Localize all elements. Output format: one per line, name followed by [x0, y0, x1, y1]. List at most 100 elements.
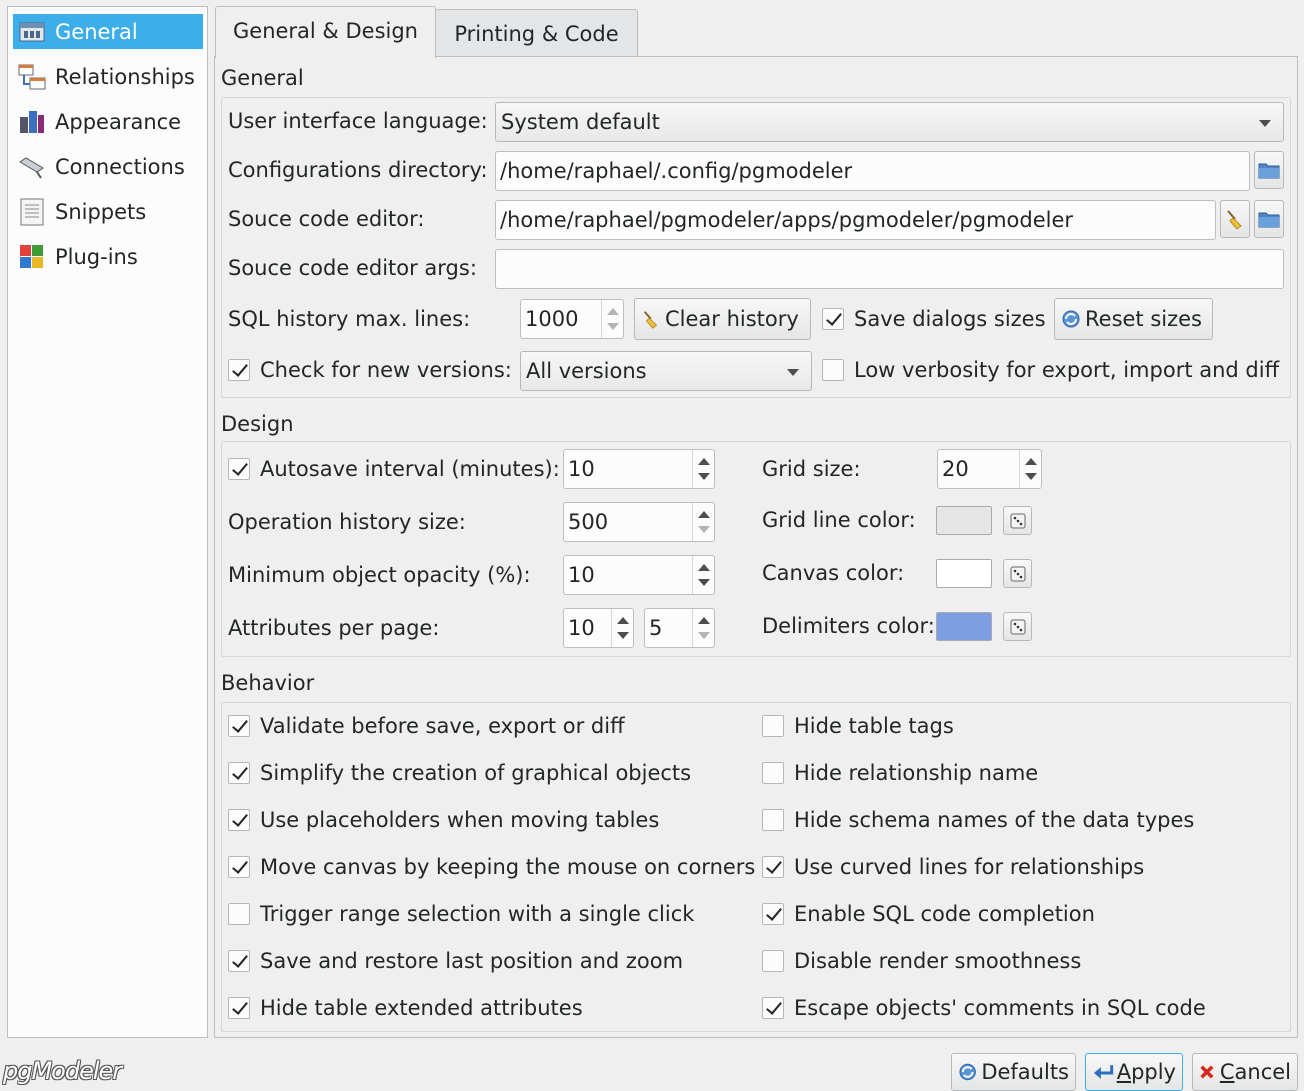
random-delim-color-button[interactable] — [1003, 612, 1032, 641]
checkbox-box[interactable] — [762, 809, 784, 831]
spin-buttons[interactable] — [692, 503, 714, 541]
checkbox-box[interactable] — [228, 762, 250, 784]
checkbox-box[interactable] — [228, 950, 250, 972]
spin-up-icon[interactable] — [1025, 458, 1037, 465]
save-dialogs-checkbox[interactable]: Save dialogs sizes — [822, 307, 1046, 331]
behavior-checkbox[interactable]: Hide relationship name — [762, 761, 1038, 785]
reset-sizes-button[interactable]: Reset sizes — [1054, 298, 1213, 340]
behavior-checkbox[interactable]: Use placeholders when moving tables — [228, 808, 659, 832]
sidebar-item-relationships[interactable]: Relationships — [13, 59, 203, 94]
spin-down-icon[interactable] — [698, 473, 710, 480]
checkbox-box[interactable] — [762, 715, 784, 737]
opacity-spinbox[interactable]: 10 — [563, 555, 715, 595]
spin-up-icon[interactable] — [698, 617, 710, 624]
clear-history-button[interactable]: Clear history — [634, 298, 811, 340]
sidebar-item-connections[interactable]: Connections — [13, 149, 203, 184]
attrs-spinbox-1[interactable]: 10 — [563, 608, 634, 648]
checkbox-box[interactable] — [762, 903, 784, 925]
grid-size-spinbox[interactable]: 20 — [937, 449, 1042, 489]
checkbox-box[interactable] — [228, 809, 250, 831]
random-grid-color-button[interactable] — [1003, 506, 1032, 535]
autosave-spinbox[interactable]: 10 — [563, 449, 715, 489]
canvas-color-swatch[interactable] — [936, 559, 992, 588]
delim-color-label: Delimiters color: — [762, 614, 935, 638]
config-dir-input[interactable]: /home/raphael/.config/pgmodeler — [495, 151, 1250, 191]
autosave-checkbox[interactable]: Autosave interval (minutes): — [228, 457, 560, 481]
checkbox-box[interactable] — [762, 762, 784, 784]
behavior-checkbox[interactable]: Disable render smoothness — [762, 949, 1081, 973]
apply-button[interactable]: Apply — [1085, 1053, 1183, 1091]
spin-buttons[interactable] — [611, 609, 633, 647]
checkbox-box[interactable] — [762, 950, 784, 972]
spin-up-icon[interactable] — [607, 308, 619, 315]
checkbox-box[interactable] — [228, 997, 250, 1019]
spin-down-icon[interactable] — [698, 526, 710, 533]
behavior-checkbox[interactable]: Simplify the creation of graphical objec… — [228, 761, 691, 785]
checkbox-box[interactable] — [228, 715, 250, 737]
behavior-checkbox[interactable]: Use curved lines for relationships — [762, 855, 1144, 879]
checkbox-box[interactable] — [228, 458, 250, 480]
save-dialogs-label: Save dialogs sizes — [854, 307, 1046, 331]
spin-up-icon[interactable] — [617, 617, 629, 624]
broom-icon — [643, 311, 658, 329]
behavior-checkbox[interactable]: Save and restore last position and zoom — [228, 949, 683, 973]
browse-editor-button[interactable] — [1254, 200, 1284, 238]
editor-input[interactable]: /home/raphael/pgmodeler/apps/pgmodeler/p… — [495, 200, 1216, 240]
folder-icon — [1258, 163, 1280, 179]
spin-down-icon[interactable] — [1025, 473, 1037, 480]
spin-buttons[interactable] — [692, 609, 714, 647]
checkbox-box[interactable] — [822, 359, 844, 381]
behavior-checkbox[interactable]: Trigger range selection with a single cl… — [228, 902, 694, 926]
grid-line-color-swatch[interactable] — [936, 506, 992, 535]
spin-down-icon[interactable] — [607, 323, 619, 330]
checkbox-box[interactable] — [762, 856, 784, 878]
clear-editor-button[interactable] — [1220, 200, 1250, 238]
behavior-checkbox[interactable]: Validate before save, export or diff — [228, 714, 625, 738]
defaults-button[interactable]: Defaults — [951, 1053, 1076, 1091]
random-canvas-color-button[interactable] — [1003, 559, 1032, 588]
behavior-checkbox[interactable]: Move canvas by keeping the mouse on corn… — [228, 855, 755, 879]
sidebar-item-appearance[interactable]: Appearance — [13, 104, 203, 139]
spin-down-icon[interactable] — [698, 632, 710, 639]
spin-down-icon[interactable] — [698, 579, 710, 586]
spin-buttons[interactable] — [692, 556, 714, 594]
check-versions-label: Check for new versions: — [260, 358, 512, 382]
behavior-checkbox[interactable]: Hide schema names of the data types — [762, 808, 1194, 832]
cancel-button[interactable]: Cancel — [1192, 1053, 1298, 1091]
sidebar-item-plugins[interactable]: Plug-ins — [13, 239, 203, 274]
delimiters-color-swatch[interactable] — [936, 612, 992, 641]
ui-language-select[interactable]: System default — [495, 102, 1284, 142]
checkbox-box[interactable] — [762, 997, 784, 1019]
spin-up-icon[interactable] — [698, 564, 710, 571]
checkbox-box[interactable] — [228, 903, 250, 925]
behavior-checkbox[interactable]: Escape objects' comments in SQL code — [762, 996, 1206, 1020]
checkbox-box[interactable] — [228, 359, 250, 381]
spin-buttons[interactable] — [601, 300, 623, 338]
spin-buttons[interactable] — [1019, 450, 1041, 488]
defaults-label: Defaults — [981, 1060, 1069, 1084]
spin-up-icon[interactable] — [698, 458, 710, 465]
behavior-checkbox[interactable]: Hide table extended attributes — [228, 996, 583, 1020]
attrs-spinbox-2[interactable]: 5 — [644, 608, 715, 648]
spin-up-icon[interactable] — [698, 511, 710, 518]
tab-general-design[interactable]: General & Design — [215, 6, 436, 58]
sql-history-spinbox[interactable]: 1000 — [520, 299, 624, 339]
versions-select[interactable]: All versions — [520, 351, 812, 391]
behavior-checkbox[interactable]: Hide table tags — [762, 714, 954, 738]
tab-printing-code[interactable]: Printing & Code — [435, 9, 638, 57]
folder-icon — [1258, 212, 1280, 228]
sidebar-item-snippets[interactable]: Snippets — [13, 194, 203, 229]
low-verbosity-checkbox[interactable]: Low verbosity for export, import and dif… — [822, 358, 1279, 382]
sidebar-item-general[interactable]: General — [13, 14, 203, 49]
editor-args-input[interactable] — [495, 249, 1284, 289]
op-history-spinbox[interactable]: 500 — [563, 502, 715, 542]
spin-down-icon[interactable] — [617, 632, 629, 639]
spin-buttons[interactable] — [692, 450, 714, 488]
checkbox-box[interactable] — [822, 308, 844, 330]
browse-config-dir-button[interactable] — [1254, 151, 1284, 189]
apply-arrow-icon — [1093, 1065, 1114, 1079]
opacity-label: Minimum object opacity (%): — [228, 563, 531, 587]
checkbox-box[interactable] — [228, 856, 250, 878]
check-versions-checkbox[interactable]: Check for new versions: — [228, 358, 512, 382]
behavior-checkbox[interactable]: Enable SQL code completion — [762, 902, 1095, 926]
